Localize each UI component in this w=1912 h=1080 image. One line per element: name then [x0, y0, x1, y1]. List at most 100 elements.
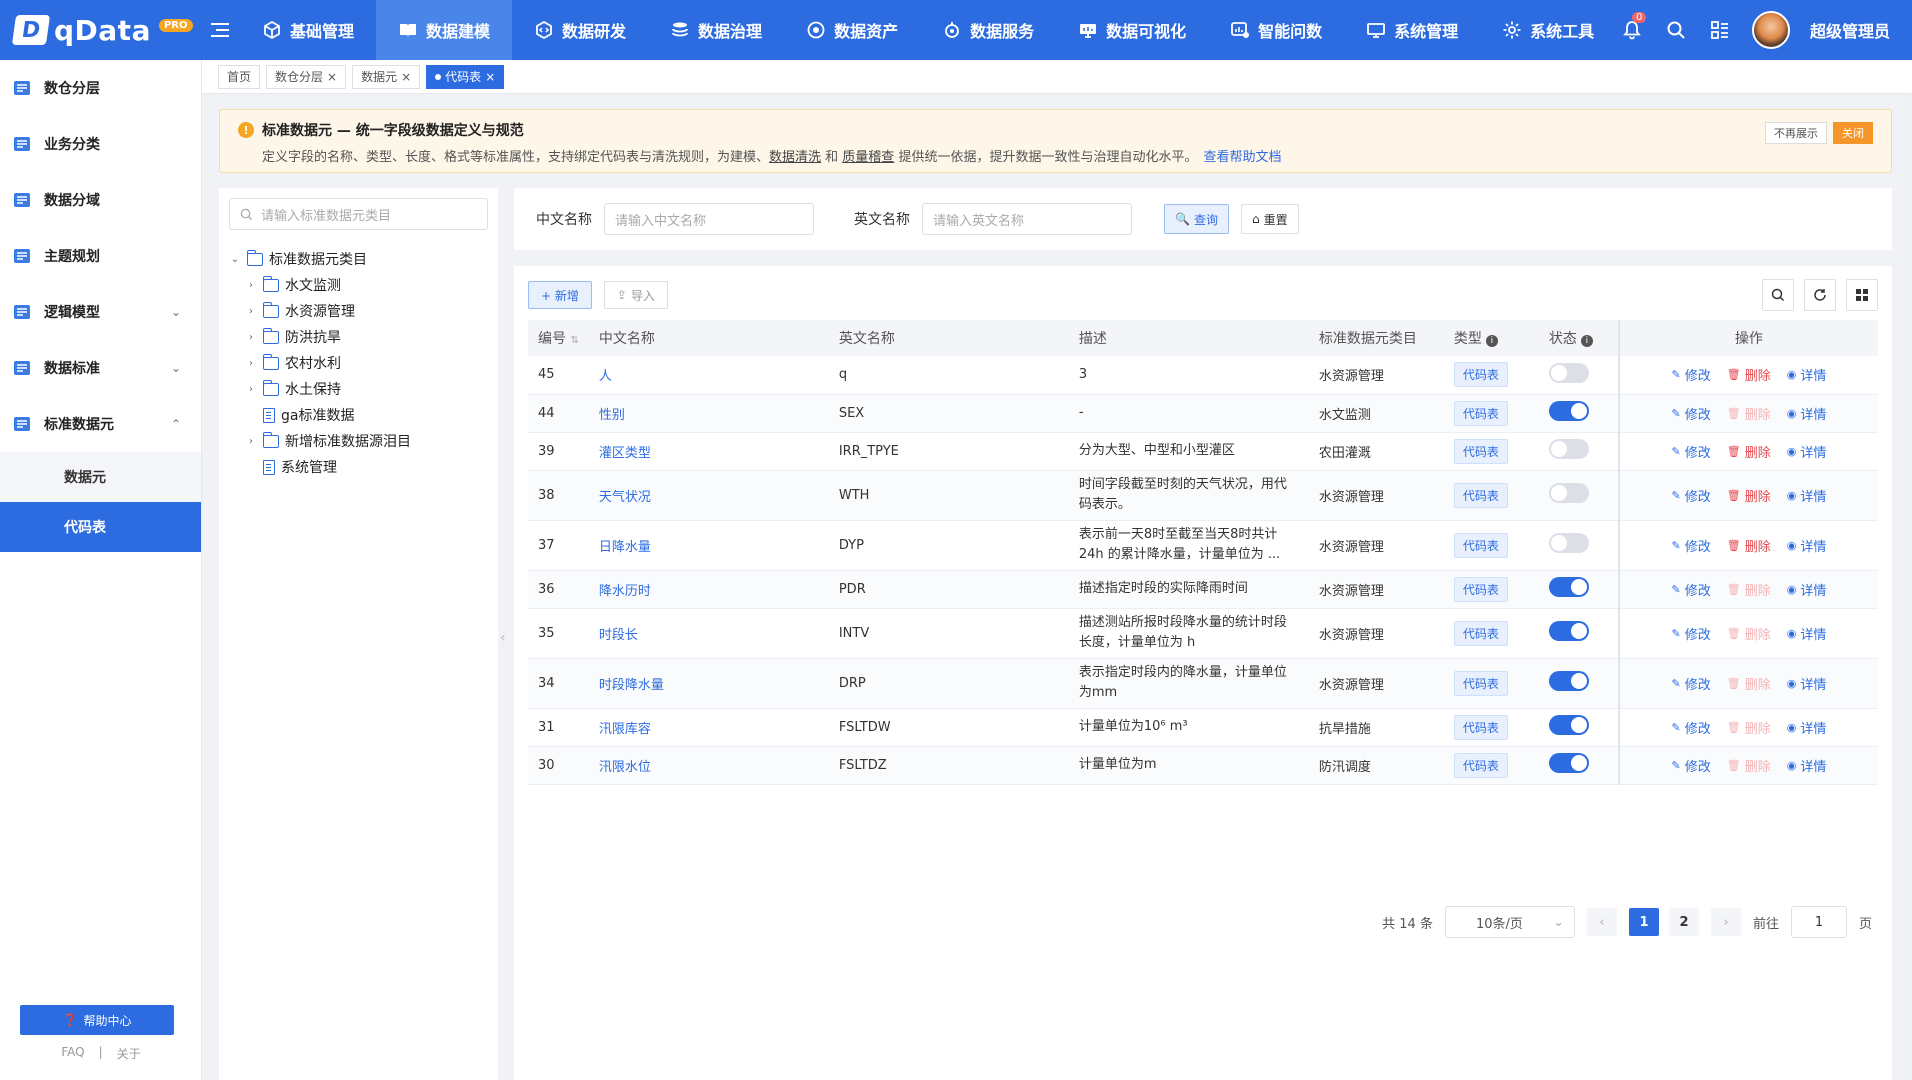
caret-right-icon[interactable]: › — [245, 384, 257, 395]
tree-node[interactable]: ga标准数据 — [229, 402, 488, 428]
delete-button[interactable]: 🗑 删除 — [1727, 442, 1771, 461]
caret-right-icon[interactable]: › — [245, 280, 257, 291]
detail-button[interactable]: ◉ 详情 — [1787, 674, 1827, 693]
about-link[interactable]: 关于 — [117, 1045, 141, 1062]
status-toggle[interactable] — [1548, 715, 1589, 735]
tab-3[interactable]: 数据元 × — [352, 64, 421, 89]
name-link[interactable]: 时段降水量 — [599, 678, 664, 693]
delete-button[interactable]: 🗑 删除 — [1727, 756, 1771, 775]
delete-button[interactable]: 🗑 删除 — [1727, 718, 1771, 737]
layout-grid-icon[interactable] — [1708, 18, 1732, 42]
status-toggle[interactable] — [1548, 577, 1589, 597]
data-cleaning-link[interactable]: 数据清洗 — [769, 150, 821, 165]
refresh-icon[interactable] — [1804, 279, 1836, 311]
detail-button[interactable]: ◉ 详情 — [1787, 718, 1827, 737]
delete-button[interactable]: 🗑 删除 — [1727, 365, 1771, 384]
avatar[interactable] — [1751, 11, 1790, 49]
close-icon[interactable]: × — [327, 70, 337, 84]
quality-audit-link[interactable]: 质量稽查 — [842, 150, 894, 165]
status-toggle[interactable] — [1548, 439, 1589, 459]
sidebar-item-5[interactable]: 逻辑模型 ⌄ — [0, 284, 201, 340]
edit-button[interactable]: ✎ 修改 — [1672, 536, 1711, 555]
tree-root-node[interactable]: ⌄ 标准数据元类目 — [229, 246, 488, 272]
nav-item-5[interactable]: 数据资产 — [784, 0, 920, 60]
table-row[interactable]: 45 人 q 3 水资源管理 代码表 ✎ 修改 🗑 删除 ◉ 详情 — [528, 356, 1878, 395]
status-toggle[interactable] — [1548, 621, 1589, 641]
nav-item-10[interactable]: 系统工具 — [1480, 0, 1616, 60]
tab-4[interactable]: 代码表 × — [426, 64, 505, 89]
cn-name-input[interactable]: 请输入中文名称 — [604, 203, 814, 235]
name-link[interactable]: 汛限库容 — [599, 722, 651, 737]
page-size-select[interactable]: 10条/页 ⌄ — [1444, 906, 1575, 938]
name-link[interactable]: 性别 — [599, 408, 625, 423]
detail-button[interactable]: ◉ 详情 — [1787, 536, 1827, 555]
name-link[interactable]: 天气状况 — [599, 490, 651, 505]
tree-node[interactable]: › 水资源管理 — [229, 298, 488, 324]
status-toggle[interactable] — [1548, 671, 1589, 691]
detail-button[interactable]: ◉ 详情 — [1787, 404, 1827, 423]
edit-button[interactable]: ✎ 修改 — [1672, 674, 1711, 693]
nav-item-4[interactable]: 数据治理 — [648, 0, 784, 60]
detail-button[interactable]: ◉ 详情 — [1787, 580, 1827, 599]
nav-item-9[interactable]: 系统管理 — [1344, 0, 1480, 60]
caret-right-icon[interactable]: › — [245, 306, 257, 317]
tree-node[interactable]: › 防洪抗旱 — [229, 324, 488, 350]
name-link[interactable]: 时段长 — [599, 628, 638, 643]
table-row[interactable]: 44 性别 SEX - 水文监测 代码表 ✎ 修改 🗑 删除 ◉ 详情 — [528, 394, 1878, 433]
table-row[interactable]: 38 天气状况 WTH 时间字段截至时刻的天气状况，用代码表示。 水资源管理 代码表 ✎ 修改… — [528, 470, 1878, 521]
edit-button[interactable]: ✎ 修改 — [1672, 718, 1711, 737]
tree-node[interactable]: › 水文监测 — [229, 272, 488, 298]
nav-item-8[interactable]: 智能问数 — [1208, 0, 1344, 60]
sidebar-item-4[interactable]: 主题规划 — [0, 228, 201, 284]
delete-button[interactable]: 🗑 删除 — [1727, 674, 1771, 693]
column-settings-icon[interactable] — [1846, 279, 1878, 311]
table-row[interactable]: 37 日降水量 DYP 表示前一天8时至截至当天8时共计24h 的累计降水量，计量单位… — [528, 520, 1878, 571]
close-alert-button[interactable]: 关闭 — [1833, 122, 1873, 144]
help-center-button[interactable]: ❓ 帮助中心 — [20, 1005, 174, 1035]
status-toggle[interactable] — [1548, 401, 1589, 421]
delete-button[interactable]: 🗑 删除 — [1727, 486, 1771, 505]
page-scrollbar[interactable] — [1904, 94, 1912, 1080]
status-toggle[interactable] — [1548, 483, 1589, 503]
col-header-id[interactable]: 编号 ⇅ — [528, 320, 589, 356]
delete-button[interactable]: 🗑 删除 — [1727, 404, 1771, 423]
caret-right-icon[interactable]: › — [245, 358, 257, 369]
edit-button[interactable]: ✎ 修改 — [1672, 442, 1711, 461]
search-button[interactable]: 🔍 查询 — [1164, 204, 1229, 234]
nav-item-6[interactable]: 数据服务 — [920, 0, 1056, 60]
table-row[interactable]: 30 汛限水位 FSLTDZ 计量单位为m 防汛调度 代码表 ✎ 修改 🗑 删除 ◉ 详情 — [528, 746, 1878, 785]
sidebar-item-6[interactable]: 数据标准 ⌄ — [0, 340, 201, 396]
status-toggle[interactable] — [1548, 362, 1589, 383]
table-row[interactable]: 34 时段降水量 DRP 表示指定时段内的降水量，计量单位为mm 水资源管理 代码表 ✎ 修改… — [528, 658, 1878, 709]
name-link[interactable]: 日降水量 — [599, 540, 651, 555]
en-name-input[interactable]: 请输入英文名称 — [922, 203, 1132, 235]
import-button[interactable]: ⇪ 导入 — [603, 281, 668, 309]
hide-alert-button[interactable]: 不再展示 — [1765, 122, 1827, 144]
name-link[interactable]: 灌区类型 — [599, 446, 651, 461]
edit-button[interactable]: ✎ 修改 — [1672, 756, 1711, 775]
name-link[interactable]: 汛限水位 — [599, 760, 651, 775]
status-toggle[interactable] — [1548, 533, 1589, 553]
tab-1[interactable]: 首页 — [218, 64, 261, 89]
tree-node[interactable]: › 新增标准数据源泪目 — [229, 428, 488, 454]
sidebar-item-1[interactable]: 数仓分层 — [0, 60, 201, 116]
table-search-toggle-icon[interactable] — [1762, 279, 1794, 311]
detail-button[interactable]: ◉ 详情 — [1787, 486, 1827, 505]
nav-item-7[interactable]: 数据可视化 — [1056, 0, 1208, 60]
edit-button[interactable]: ✎ 修改 — [1672, 624, 1711, 643]
name-link[interactable]: 人 — [599, 369, 612, 384]
close-icon[interactable]: × — [401, 70, 411, 84]
add-button[interactable]: + 新增 — [528, 281, 592, 309]
sidebar-item-2[interactable]: 业务分类 — [0, 116, 201, 172]
table-row[interactable]: 35 时段长 INTV 描述测站所报时段降水量的统计时段长度，计量单位为 h 水资源管理… — [528, 608, 1878, 659]
prev-page-button[interactable]: ‹ — [1586, 908, 1617, 936]
collapse-handle-icon[interactable]: ‹ — [500, 630, 506, 646]
status-toggle[interactable] — [1548, 753, 1589, 773]
sidebar-subitem-2[interactable]: 代码表 — [0, 502, 201, 552]
caret-down-icon[interactable]: ⌄ — [229, 254, 241, 265]
edit-button[interactable]: ✎ 修改 — [1672, 580, 1711, 599]
sidebar-item-7[interactable]: 标准数据元 ⌃ — [0, 396, 201, 452]
tree-node[interactable]: › 农村水利 — [229, 350, 488, 376]
faq-link[interactable]: FAQ — [61, 1045, 84, 1062]
caret-right-icon[interactable]: › — [245, 332, 257, 343]
